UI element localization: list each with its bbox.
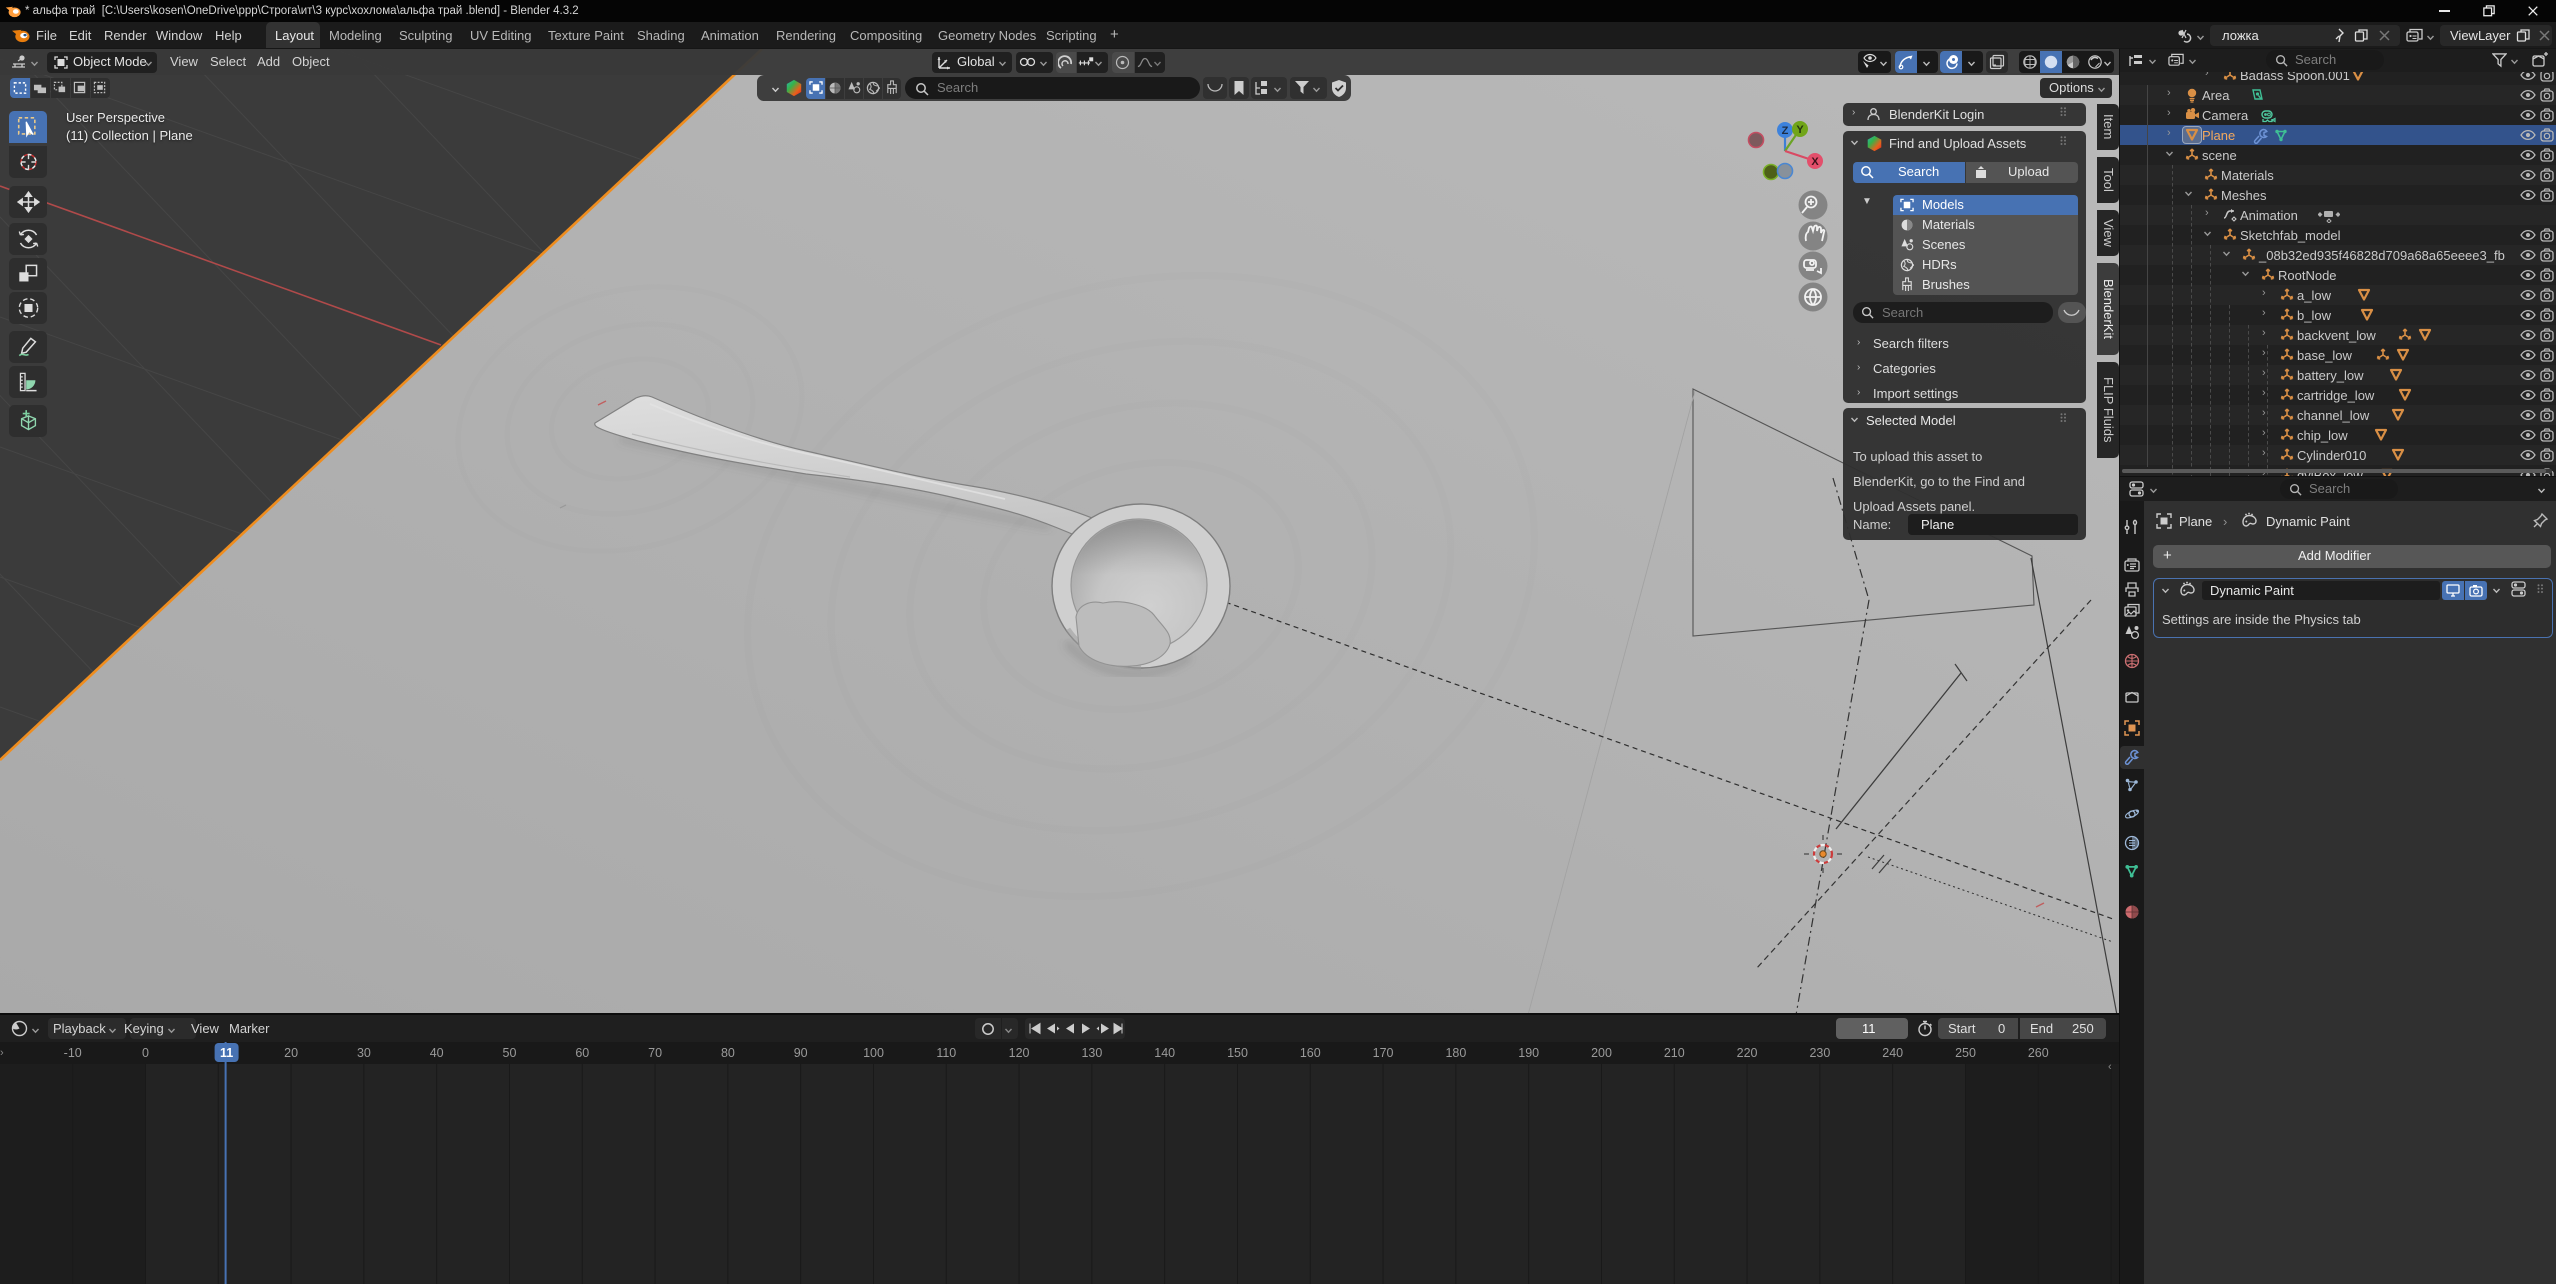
svg-text:50: 50 <box>503 1046 517 1060</box>
svg-text:260: 260 <box>2028 1046 2049 1060</box>
svg-text:90: 90 <box>794 1046 808 1060</box>
svg-text:180: 180 <box>1445 1046 1466 1060</box>
svg-text:230: 230 <box>1809 1046 1830 1060</box>
svg-text:200: 200 <box>1591 1046 1612 1060</box>
svg-text:11: 11 <box>220 1046 233 1060</box>
svg-text:70: 70 <box>648 1046 662 1060</box>
svg-text:160: 160 <box>1300 1046 1321 1060</box>
svg-text:140: 140 <box>1154 1046 1175 1060</box>
svg-text:-10: -10 <box>64 1046 82 1060</box>
svg-text:20: 20 <box>284 1046 298 1060</box>
svg-text:X: X <box>1811 156 1819 168</box>
svg-text:110: 110 <box>936 1046 956 1060</box>
svg-text:220: 220 <box>1737 1046 1758 1060</box>
svg-text:120: 120 <box>1009 1046 1030 1060</box>
svg-text:Z: Z <box>1782 125 1789 137</box>
svg-text:60: 60 <box>575 1046 589 1060</box>
svg-text:210: 210 <box>1664 1046 1685 1060</box>
svg-text:30: 30 <box>357 1046 371 1060</box>
svg-text:130: 130 <box>1081 1046 1102 1060</box>
svg-text:100: 100 <box>863 1046 884 1060</box>
svg-text:170: 170 <box>1373 1046 1394 1060</box>
svg-text:250: 250 <box>1955 1046 1976 1060</box>
svg-text:150: 150 <box>1227 1046 1248 1060</box>
svg-text:80: 80 <box>721 1046 735 1060</box>
svg-text:40: 40 <box>430 1046 444 1060</box>
svg-text:0: 0 <box>142 1046 149 1060</box>
svg-text:190: 190 <box>1518 1046 1539 1060</box>
svg-text:Y: Y <box>1796 124 1804 136</box>
svg-text:240: 240 <box>1882 1046 1903 1060</box>
